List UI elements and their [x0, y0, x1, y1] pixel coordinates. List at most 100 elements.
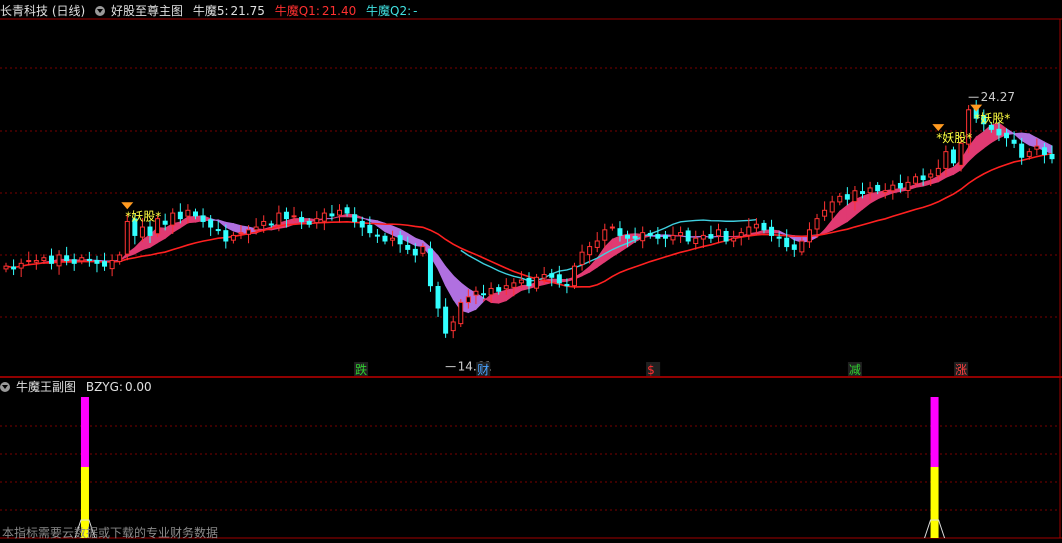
candle-body — [935, 167, 941, 177]
candle-body — [1049, 153, 1055, 160]
candle-body — [905, 181, 911, 191]
ribbon-segment — [164, 222, 174, 240]
candle-body — [306, 220, 312, 225]
candle-body — [890, 184, 896, 192]
event-label: 财 — [477, 363, 489, 377]
candle-body — [177, 211, 183, 220]
candle-body — [837, 195, 843, 203]
candle-body — [640, 232, 646, 242]
ribbon-segment — [839, 204, 848, 227]
candle-body — [571, 265, 577, 287]
ribbon-segment — [437, 254, 447, 286]
candle-body — [283, 211, 289, 220]
candle-body — [94, 260, 100, 264]
event-label: 减 — [849, 363, 861, 377]
event-label: $ — [647, 363, 655, 377]
candle-body — [11, 266, 17, 270]
candle-body — [731, 237, 737, 242]
candle-body — [33, 260, 39, 263]
ribbon-segment — [1013, 132, 1023, 142]
candle-body — [799, 240, 805, 253]
candle-body — [867, 187, 873, 194]
candle-body — [162, 220, 168, 225]
candle-body — [79, 257, 85, 262]
candle-body — [450, 321, 456, 332]
candle-body — [693, 237, 699, 245]
candle-body — [405, 244, 411, 250]
ribbon-segment — [331, 215, 341, 220]
candle-body — [200, 215, 206, 222]
ribbon-segment — [134, 238, 143, 255]
candle-body — [594, 240, 600, 248]
ribbon-segment — [778, 230, 788, 236]
candle-body — [761, 222, 767, 231]
candle-body — [579, 251, 585, 265]
candle-body — [117, 254, 123, 262]
ribbon-segment — [217, 219, 227, 229]
candle-body — [541, 274, 547, 279]
ribbon-segment — [445, 265, 454, 301]
candle-body — [829, 201, 835, 213]
candle-body — [791, 244, 797, 250]
candle-body — [587, 246, 593, 256]
candle-body — [715, 229, 721, 237]
signal-bar-bottom — [930, 467, 939, 538]
candle-body — [708, 234, 714, 239]
yaogu-label: *妖股* — [974, 112, 1010, 126]
candle-body — [943, 151, 949, 169]
candle-body — [465, 296, 471, 303]
yaogu-label: *妖股* — [936, 131, 972, 145]
candle-body — [109, 260, 115, 270]
candle-body — [208, 219, 214, 228]
ribbon-segment — [187, 215, 196, 224]
high-price-label: 24.27 — [981, 90, 1015, 104]
candle-body — [481, 293, 487, 296]
ribbon-segment — [225, 221, 234, 232]
ribbon-segment — [407, 232, 416, 247]
candle-body — [678, 232, 684, 236]
candle-body — [261, 220, 267, 226]
candle-body — [473, 290, 479, 296]
candle-body — [71, 259, 77, 264]
candle-body — [86, 258, 92, 262]
candle-body — [1034, 145, 1040, 150]
candle-body — [192, 211, 198, 217]
ribbon-segment — [376, 220, 386, 233]
candle-body — [102, 261, 108, 267]
footer-note: 本指标需要云数据或下载的专业财务数据 — [2, 526, 219, 540]
candle-body — [41, 257, 47, 262]
candle-body — [860, 191, 866, 195]
candle-body — [26, 260, 32, 263]
candle-body — [299, 217, 305, 222]
candle-body — [875, 184, 881, 192]
candle-body — [844, 194, 850, 200]
candle-body — [268, 223, 274, 226]
candle-body — [382, 235, 388, 242]
candle-body — [897, 182, 903, 189]
price-chart[interactable]: 24.2714.61*妖股**妖股**妖股*跌财 $ 减涨 — [0, 0, 1062, 543]
ribbon-segment — [285, 217, 295, 228]
signal-bar-top — [80, 397, 89, 467]
ribbon-segment — [483, 293, 492, 304]
candle-body — [852, 190, 858, 203]
candle-body — [950, 149, 956, 164]
candle-body — [784, 237, 790, 248]
candle-body — [124, 220, 130, 255]
ribbon-segment — [831, 210, 841, 232]
ribbon-segment — [581, 265, 591, 277]
candle-body — [321, 212, 327, 222]
candle-body — [988, 124, 994, 130]
candle-body — [488, 287, 494, 296]
candle-body — [344, 207, 350, 214]
candle-body — [291, 215, 297, 218]
candle-body — [329, 213, 335, 217]
candle-body — [814, 218, 820, 230]
candle-body — [526, 277, 532, 287]
candle-body — [337, 209, 343, 216]
candle-body — [458, 301, 464, 325]
candle-body — [556, 274, 562, 284]
sub-chart — [74, 397, 946, 539]
event-label: 跌 — [355, 362, 367, 377]
candle-body — [276, 212, 282, 226]
candle-body — [374, 234, 380, 237]
